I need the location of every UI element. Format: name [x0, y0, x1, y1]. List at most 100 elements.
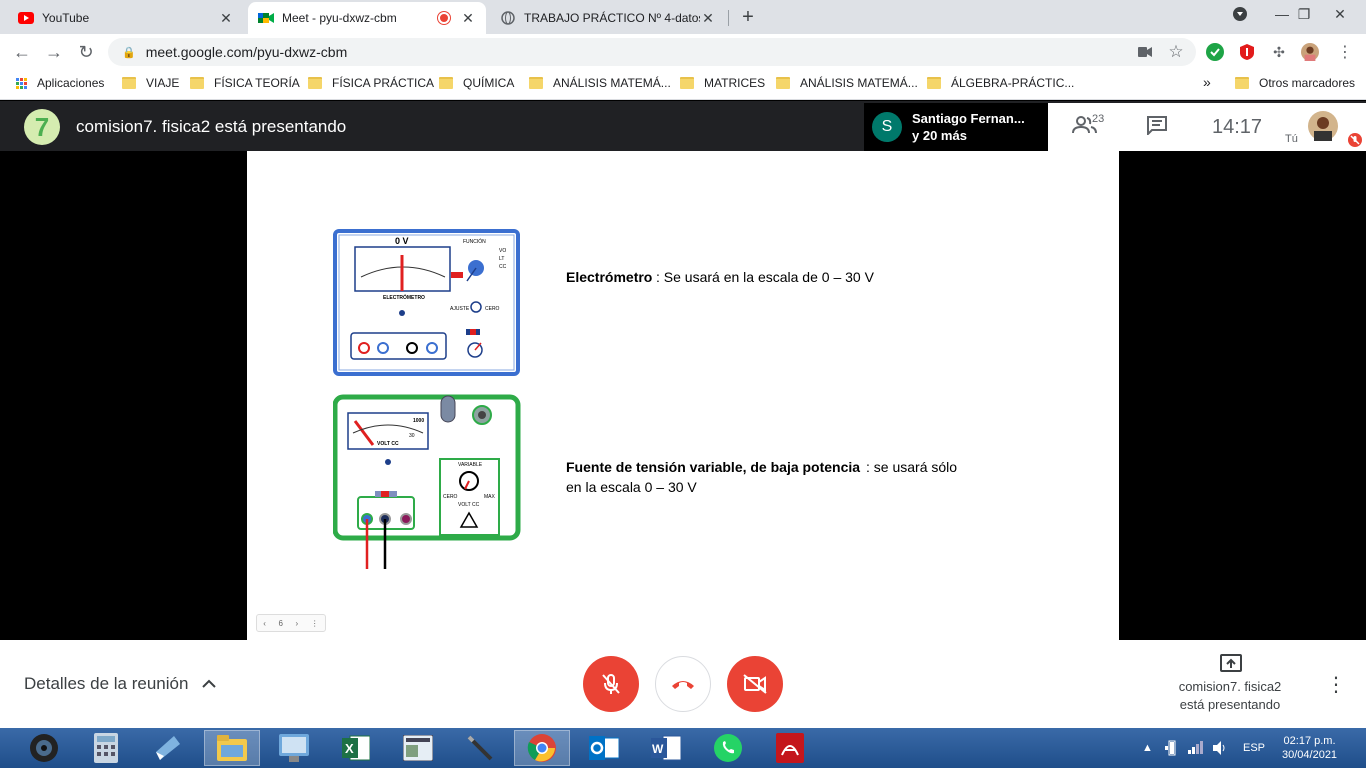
leave-call-button[interactable]	[655, 656, 711, 712]
participants-chip[interactable]: S Santiago Fernan... y 20 más	[864, 103, 1048, 151]
volume-icon[interactable]	[1212, 740, 1228, 759]
bookmark-folder[interactable]: MATRICES	[680, 76, 765, 90]
self-muted-icon	[1348, 133, 1362, 152]
bookmark-star-icon[interactable]: ☆	[1167, 42, 1185, 61]
profile-menu-icon[interactable]	[1220, 0, 1260, 28]
electrometer-reading: 0 V	[395, 236, 409, 246]
extensions-puzzle-icon[interactable]: ✣	[1270, 43, 1288, 61]
network-signal-icon[interactable]	[1188, 740, 1204, 757]
bookmark-folder[interactable]: ANÁLISIS MATEMÁ...	[776, 76, 918, 90]
voltage-source-diagram	[333, 394, 521, 569]
chrome-icon[interactable]	[514, 730, 570, 766]
extension-check-icon[interactable]	[1206, 43, 1224, 61]
word-icon[interactable]: W	[638, 730, 694, 766]
new-tab-icon[interactable]: +	[738, 6, 758, 29]
folder-icon	[927, 77, 941, 89]
bookmark-folder[interactable]: QUÍMICA	[439, 76, 514, 90]
electrometer-cero: CERO	[485, 306, 500, 312]
tab-youtube[interactable]: YouTube ✕	[8, 2, 244, 34]
chat-icon[interactable]	[1146, 115, 1168, 141]
language-indicator[interactable]: ESP	[1243, 742, 1265, 754]
webcam-app-icon[interactable]	[16, 730, 72, 766]
whatsapp-icon[interactable]	[700, 730, 756, 766]
meet-header-actions: 23 14:17 Tú	[1048, 103, 1366, 151]
tab-trabajo[interactable]: TRABAJO PRÁCTICO Nº 4-datos ✕	[490, 2, 726, 34]
presenter-title: comision7. fisica2 está presentando	[76, 117, 347, 136]
close-tab-icon[interactable]: ✕	[700, 10, 716, 27]
forward-icon[interactable]: →	[42, 40, 66, 64]
folder-icon	[1235, 77, 1249, 89]
bookmark-label: QUÍMICA	[463, 76, 515, 90]
browser-menu-icon[interactable]: ⋮	[1336, 43, 1354, 61]
bookmark-folder[interactable]: ÁLGEBRA-PRÁCTIC...	[927, 76, 1074, 90]
meeting-details-button[interactable]: Detalles de la reunión	[24, 674, 217, 694]
bookmark-other[interactable]: Otros marcadores	[1235, 76, 1355, 90]
file-explorer-icon[interactable]	[204, 730, 260, 766]
tab-title: YouTube	[42, 11, 90, 25]
presenting-line-1: comision7. fisica2	[1178, 679, 1282, 694]
profile-avatar[interactable]	[1301, 43, 1319, 61]
acrobat-icon[interactable]	[762, 730, 818, 766]
system-clock[interactable]: 02:17 p.m. 30/04/2021	[1282, 734, 1337, 762]
electrometer-diagram	[333, 229, 520, 376]
system-date: 30/04/2021	[1282, 749, 1338, 761]
presenting-status[interactable]: comision7. fisica2 está presentando	[1160, 678, 1300, 714]
bookmark-label: ÁLGEBRA-PRÁCTIC...	[951, 76, 1075, 90]
people-count: 23	[1092, 113, 1105, 125]
close-window-icon[interactable]: ✕	[1320, 0, 1360, 28]
meet-controls: Detalles de la reunión comision7. fisica…	[0, 640, 1366, 728]
close-tab-icon[interactable]: ✕	[460, 10, 476, 27]
lock-icon: 🔒	[122, 46, 136, 59]
meet-icon	[258, 10, 274, 26]
source-meter-unit: VOLT CC	[377, 441, 399, 447]
youtube-icon	[18, 10, 34, 26]
control-panel-icon[interactable]	[266, 730, 322, 766]
slide-menu-icon[interactable]: ⋮	[311, 619, 319, 628]
tab-separator	[728, 10, 729, 26]
more-options-icon[interactable]: ⋮	[1326, 672, 1346, 697]
camera-toggle-button[interactable]	[727, 656, 783, 712]
microphone-toggle-button[interactable]	[583, 656, 639, 712]
bookmark-folder[interactable]: FÍSICA PRÁCTICA	[308, 76, 434, 90]
present-screen-icon[interactable]	[1220, 654, 1242, 677]
back-icon[interactable]: ←	[10, 40, 34, 64]
bookmarks-overflow-icon[interactable]: »	[1203, 74, 1211, 90]
bookmark-apps[interactable]: Aplicaciones	[16, 76, 104, 90]
windows-taskbar: X W ▲ ESP 02:17 p.m. 30/04/2021	[0, 728, 1366, 768]
next-slide-icon[interactable]: ›	[295, 619, 298, 628]
outlook-icon[interactable]	[576, 730, 632, 766]
globe-icon	[500, 10, 516, 26]
address-bar[interactable]: 🔒 meet.google.com/pyu-dxwz-cbm	[108, 38, 1196, 66]
bookmark-folder[interactable]: ANÁLISIS MATEMÁ...	[529, 76, 671, 90]
reload-icon[interactable]: ↻	[74, 40, 98, 64]
close-tab-icon[interactable]: ✕	[218, 10, 234, 27]
folder-icon	[680, 77, 694, 89]
battery-icon[interactable]	[1164, 740, 1180, 759]
browser-tab-strip: YouTube ✕ Meet - pyu-dxwz-cbm ✕ TRABAJO …	[0, 0, 1366, 34]
excel-icon[interactable]: X	[328, 730, 384, 766]
presenter-avatar: 7	[24, 109, 60, 145]
apps-grid-icon	[16, 77, 27, 89]
recording-icon	[438, 12, 450, 24]
camera-icon[interactable]	[1136, 43, 1154, 61]
bookmark-folder[interactable]: FÍSICA TEORÍA	[190, 76, 300, 90]
svg-text:X: X	[345, 741, 354, 756]
slide-navigation[interactable]: ‹ 6 › ⋮	[256, 614, 326, 632]
bookmark-label: FÍSICA PRÁCTICA	[332, 76, 435, 90]
electrometer-ajuste: AJUSTE	[450, 306, 470, 312]
presenting-line-2: está presentando	[1179, 697, 1281, 712]
presentation-viewer-icon[interactable]	[390, 730, 446, 766]
tray-expand-icon[interactable]: ▲	[1142, 742, 1153, 754]
bookmark-folder[interactable]: VIAJE	[122, 76, 179, 90]
tab-meet[interactable]: Meet - pyu-dxwz-cbm ✕	[248, 2, 486, 34]
pen-tool-icon[interactable]	[452, 730, 508, 766]
electrometer-brand: ELECTRÓMETRO	[383, 295, 425, 301]
restore-icon[interactable]: ❐	[1284, 0, 1324, 28]
source-description: : se usará sólo	[866, 459, 958, 475]
self-avatar[interactable]	[1308, 111, 1338, 146]
calculator-icon[interactable]	[78, 730, 134, 766]
notepad-icon[interactable]	[140, 730, 196, 766]
extension-block-icon[interactable]	[1238, 43, 1256, 61]
folder-icon	[439, 77, 453, 89]
prev-slide-icon[interactable]: ‹	[263, 619, 266, 628]
